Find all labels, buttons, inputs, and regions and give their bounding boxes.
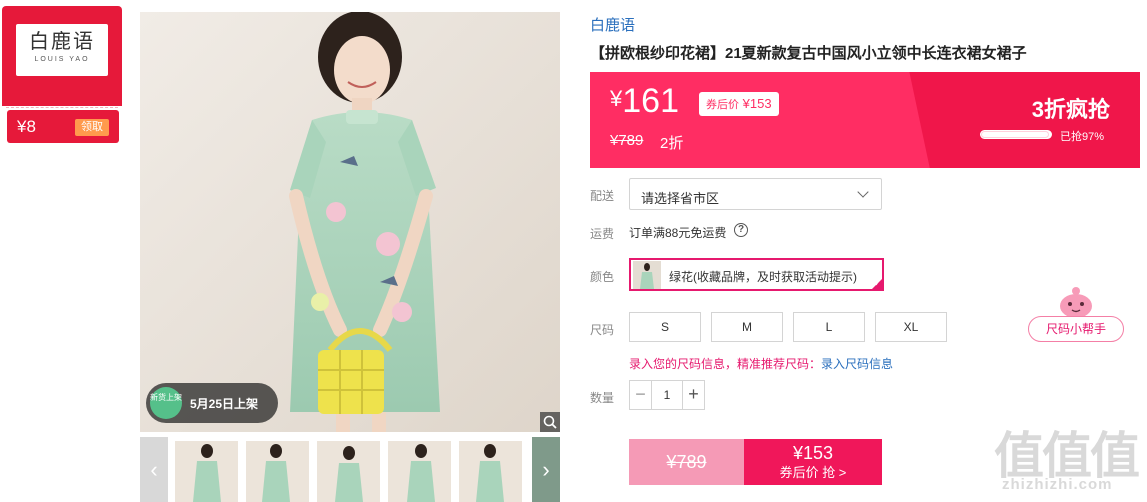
current-price-value: 161 (622, 82, 679, 120)
size-tip: 录入您的尺码信息，精准推荐尺码：录入尺码信息 (629, 355, 893, 372)
zoom-icon[interactable] (540, 412, 560, 432)
quantity-plus-button[interactable]: + (682, 381, 704, 409)
current-price: ¥161 (610, 82, 679, 121)
discount-rate: 2折 (660, 135, 684, 152)
color-option-selected[interactable]: 绿花(收藏品牌，及时获取活动提示) ✓ (629, 258, 884, 291)
price-banner: ¥161 券后价 ¥153 ¥789 2折 3折疯抢 已抢97% (590, 72, 1140, 168)
original-price: ¥789 (610, 132, 643, 149)
size-info-link[interactable]: 录入尺码信息 (821, 357, 893, 371)
new-arrival-icon: 新货上架 (150, 387, 182, 419)
buy-original-price: ¥789 (666, 452, 707, 472)
size-helper-button[interactable]: 尺码小帮手 (1028, 316, 1124, 342)
shipping-label: 运费 (590, 227, 615, 241)
checkmark-icon: ✓ (874, 279, 881, 288)
new-arrival-date: 5月25日上架 (190, 397, 259, 411)
quantity-input[interactable]: 1 (652, 388, 682, 402)
thumbnail[interactable] (246, 441, 309, 502)
product-title: 【拼欧根纱印花裙】21夏新款复古中国风小立领中长连衣裙女裙子 (590, 45, 1027, 62)
mascot-icon (1060, 287, 1092, 318)
claim-coupon-button[interactable]: 领取 (75, 119, 109, 136)
chevron-down-icon (857, 186, 869, 198)
coupon-price-value: ¥153 (742, 96, 772, 111)
size-option-m[interactable]: M (711, 312, 783, 342)
sold-progress-label: 已抢97% (1060, 131, 1105, 143)
shop-logo-text: 白鹿语 (29, 29, 95, 53)
color-option-thumbnail (633, 261, 661, 289)
quantity-label: 数量 (590, 391, 615, 405)
color-label: 颜色 (590, 270, 615, 284)
shop-coupon[interactable]: ¥8 领取 (7, 110, 119, 143)
thumbnail-next-icon[interactable]: › (532, 437, 560, 502)
coupon-divider (6, 107, 118, 108)
size-label: 尺码 (590, 323, 615, 337)
thumbnail-prev-icon[interactable]: ‹ (140, 437, 168, 502)
thumbnail-strip: ‹ › (140, 437, 560, 502)
product-main-image[interactable]: 新货上架 5月25日上架 (140, 12, 560, 432)
thumbnail[interactable] (388, 441, 451, 502)
region-select-value: 请选择省市区 (641, 191, 720, 206)
sold-progress-bar (980, 130, 1052, 139)
site-watermark: 值值值 zhizhizhi.com (994, 416, 1142, 500)
quantity-minus-button[interactable]: − (630, 381, 652, 409)
help-icon[interactable]: ? (734, 223, 748, 237)
brand-link[interactable]: 白鹿语 (590, 14, 635, 35)
new-arrival-badge: 新货上架 5月25日上架 (146, 383, 278, 423)
watermark-url: zhizhizhi.com (1002, 476, 1113, 493)
thumbnail[interactable] (175, 441, 238, 502)
shop-coupon-card: 白鹿语 LOUIS YAO ¥8 领取 (2, 6, 122, 143)
size-helper-widget[interactable]: 尺码小帮手 (1028, 286, 1124, 342)
shipping-info: 订单满88元免运费 (629, 226, 727, 240)
shop-logo-subtext: LOUIS YAO (34, 56, 90, 63)
thumbnail[interactable] (459, 441, 522, 502)
size-option-s[interactable]: S (629, 312, 701, 342)
original-price-value: ¥789 (610, 132, 644, 149)
region-select[interactable]: 请选择省市区 (629, 178, 882, 210)
model-photo (140, 12, 560, 432)
buy-original-price-button[interactable]: ¥789 (629, 439, 744, 485)
currency-symbol: ¥ (610, 86, 623, 111)
buy-coupon-price: ¥153 (792, 443, 834, 463)
size-option-l[interactable]: L (793, 312, 865, 342)
coupon-price-label: 券后价 (706, 99, 739, 111)
delivery-label: 配送 (590, 189, 615, 203)
quantity-stepper: − 1 + (629, 380, 705, 410)
thumbnail[interactable] (317, 441, 380, 502)
size-option-xl[interactable]: XL (875, 312, 947, 342)
shop-card-header: 白鹿语 LOUIS YAO (2, 6, 122, 106)
shop-coupon-amount: ¥8 (17, 117, 36, 136)
coupon-price-tag: 券后价 ¥153 (699, 92, 779, 116)
buy-with-coupon-button[interactable]: ¥153 券后价 抢 > (744, 439, 882, 485)
shop-logo[interactable]: 白鹿语 LOUIS YAO (16, 24, 108, 76)
sold-progress-fill (981, 131, 1049, 138)
size-tip-text: 录入您的尺码信息，精准推荐尺码： (629, 357, 822, 371)
flash-sale-title: 3折疯抢 (1031, 97, 1110, 122)
buy-coupon-label: 券后价 抢 > (779, 465, 847, 480)
color-option-label: 绿花(收藏品牌，及时获取活动提示) (669, 270, 857, 284)
